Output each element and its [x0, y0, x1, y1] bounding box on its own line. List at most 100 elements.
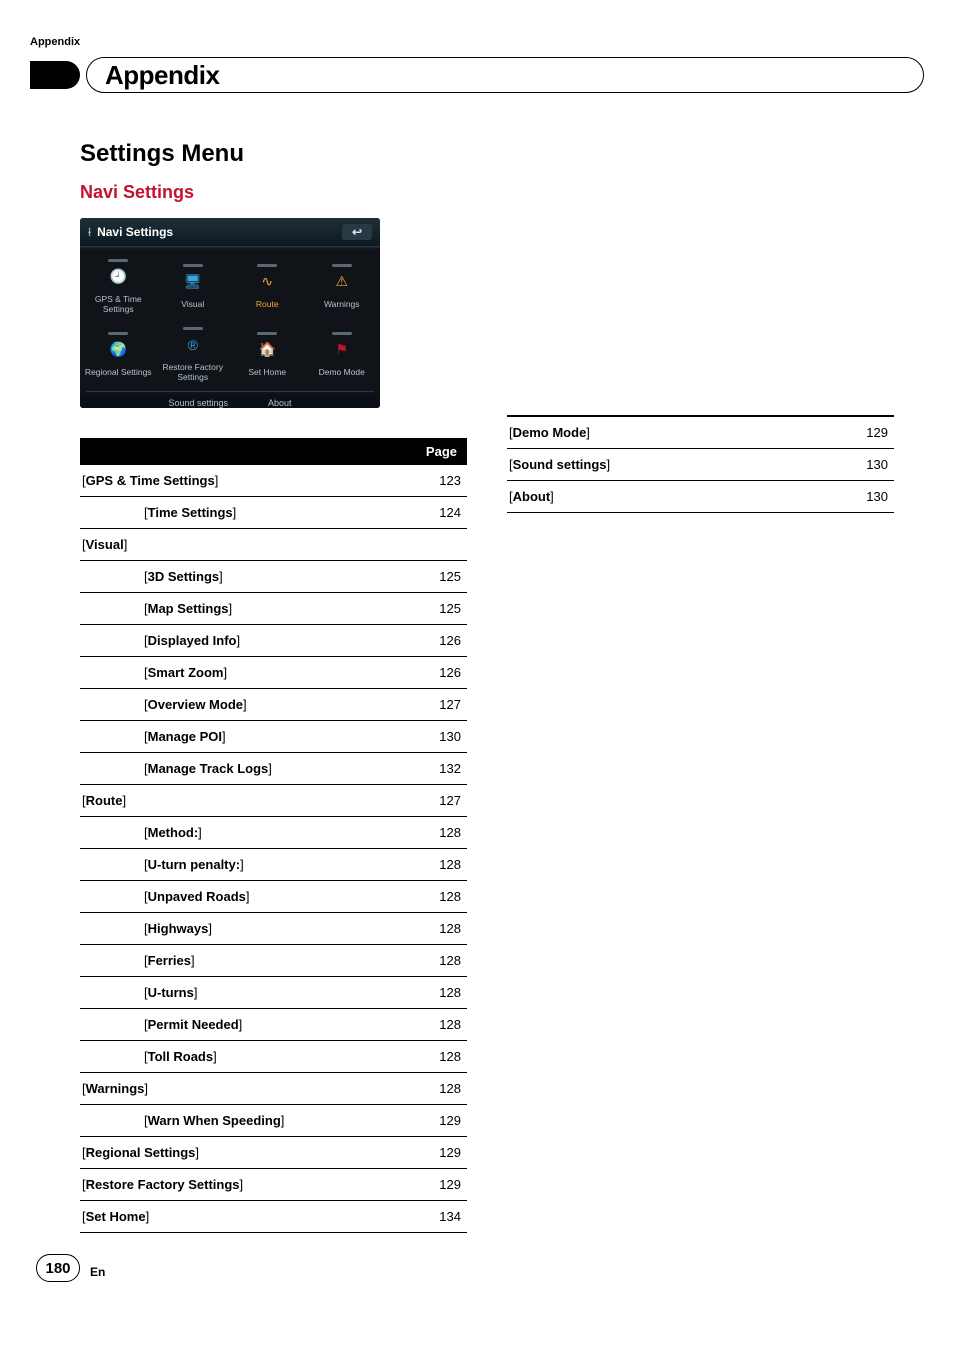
table-row: [Warnings]128 — [80, 1073, 467, 1105]
navi-cell-label: GPS & Time Settings — [82, 294, 155, 314]
toc-label: Highways — [148, 921, 209, 936]
page-title: Appendix — [105, 60, 219, 91]
toc-label-cell: [U-turn penalty:] — [80, 849, 407, 881]
toc-label-cell: [Restore Factory Settings] — [80, 1169, 407, 1201]
table-row: [Time Settings]124 — [80, 497, 467, 529]
navi-window-title: Navi Settings — [97, 225, 173, 239]
table-row: [Regional Settings]129 — [80, 1137, 467, 1169]
toc-label-cell: [Permit Needed] — [80, 1009, 407, 1041]
navi-cell-label: Visual — [181, 299, 204, 309]
language-label: En — [90, 1265, 105, 1279]
toc-label: Manage POI — [148, 729, 222, 744]
table-row: [Highways]128 — [80, 913, 467, 945]
toc-label-cell: [Manage POI] — [80, 721, 407, 753]
toc-label: U-turns — [148, 985, 194, 1000]
table-row: [Overview Mode]127 — [80, 689, 467, 721]
toc-label: Ferries — [148, 953, 191, 968]
table-row: [Method:]128 — [80, 817, 467, 849]
navi-cell-icon: ∿ — [253, 271, 281, 293]
toc-label-cell: [Time Settings] — [80, 497, 407, 529]
toc-page-cell: 128 — [407, 817, 467, 849]
toc-label-cell: [About] — [507, 481, 834, 513]
toc-label-cell: [Displayed Info] — [80, 625, 407, 657]
table-row: [Manage Track Logs]132 — [80, 753, 467, 785]
toc-label-cell: [Highways] — [80, 913, 407, 945]
table-row: [Ferries]128 — [80, 945, 467, 977]
toc-table-left: Page [GPS & Time Settings]123[Time Setti… — [80, 438, 467, 1233]
navi-cell: ®Restore Factory Settings — [157, 321, 230, 387]
toc-label-cell: [Method:] — [80, 817, 407, 849]
toc-label-cell: [Set Home] — [80, 1201, 407, 1233]
toc-label-cell: [GPS & Time Settings] — [80, 465, 407, 497]
table-row: [Permit Needed]128 — [80, 1009, 467, 1041]
navi-cell: ⚠Warnings — [306, 253, 379, 319]
title-bar: Appendix — [30, 55, 924, 95]
toc-page-cell: 123 — [407, 465, 467, 497]
navi-cell-icon: ⚠ — [328, 271, 356, 293]
table-row: [U-turns]128 — [80, 977, 467, 1009]
toc-label: Manage Track Logs — [148, 761, 269, 776]
toc-page-cell: 127 — [407, 785, 467, 817]
back-icon: ↩ — [342, 224, 372, 240]
toc-page-cell: 124 — [407, 497, 467, 529]
table-row: [Map Settings]125 — [80, 593, 467, 625]
navi-cell: ∿ Route — [231, 253, 304, 319]
toc-label: Toll Roads — [148, 1049, 213, 1064]
navi-cell: 🖥 Visual — [157, 253, 230, 319]
toc-page-cell: 128 — [407, 1073, 467, 1105]
toc-label: Regional Settings — [86, 1145, 196, 1160]
toc-label: Warn When Speeding — [148, 1113, 281, 1128]
navi-cell-label: Demo Mode — [319, 367, 365, 377]
toc-label: Route — [86, 793, 123, 808]
toc-label: Warnings — [86, 1081, 145, 1096]
toc-page-cell: 126 — [407, 657, 467, 689]
toc-label-cell: [Demo Mode] — [507, 417, 834, 449]
toc-label: Map Settings — [148, 601, 229, 616]
toc-label: Permit Needed — [148, 1017, 239, 1032]
toc-label-cell: [Sound settings] — [507, 449, 834, 481]
toc-page-cell — [407, 529, 467, 561]
navi-cell-icon: 🕘 — [104, 266, 132, 288]
toc-label-cell: [Unpaved Roads] — [80, 881, 407, 913]
table-row: [Warn When Speeding]129 — [80, 1105, 467, 1137]
title-pill: Appendix — [86, 57, 924, 93]
toc-page-cell: 128 — [407, 945, 467, 977]
toc-label-cell: [Map Settings] — [80, 593, 407, 625]
table-row: [Toll Roads]128 — [80, 1041, 467, 1073]
toc-label-cell: [Overview Mode] — [80, 689, 407, 721]
toc-page-cell: 128 — [407, 849, 467, 881]
section-header: Appendix — [30, 36, 80, 48]
table-row: [Manage POI]130 — [80, 721, 467, 753]
navi-cell: 🕘 GPS & Time Settings — [82, 253, 155, 319]
toc-label-cell: [Visual] — [80, 529, 407, 561]
toc-label: U-turn penalty: — [148, 857, 240, 872]
navi-cell-icon: 🖥 — [179, 271, 207, 293]
toc-page-cell: 134 — [407, 1201, 467, 1233]
toc-page-cell: 125 — [407, 593, 467, 625]
table-row: [About]130 — [507, 481, 894, 513]
navi-cell-label: Route — [256, 299, 279, 309]
table-row: [Unpaved Roads]128 — [80, 881, 467, 913]
title-bullet-decor — [30, 61, 80, 89]
toc-label: Method: — [148, 825, 199, 840]
toc-page-cell: 127 — [407, 689, 467, 721]
table-row: [Demo Mode]129 — [507, 417, 894, 449]
table-row: [Restore Factory Settings]129 — [80, 1169, 467, 1201]
navi-cell-icon: 🌍 — [104, 339, 132, 361]
navi-cell: 🏠Set Home — [231, 321, 304, 387]
toc-label: Unpaved Roads — [148, 889, 246, 904]
toc-page-cell: 128 — [407, 1009, 467, 1041]
toc-label: Visual — [86, 537, 124, 552]
toc-label: Time Settings — [148, 505, 233, 520]
navi-cell-label: Set Home — [248, 367, 286, 377]
navi-cell-icon: ® — [179, 334, 207, 356]
toc-page-cell: 130 — [834, 449, 894, 481]
toc-page-cell: 129 — [407, 1169, 467, 1201]
subsection-title: Navi Settings — [80, 182, 467, 203]
toc-page-cell: 130 — [407, 721, 467, 753]
toc-page-cell: 130 — [834, 481, 894, 513]
toc-page-cell: 128 — [407, 881, 467, 913]
toc-page-cell: 128 — [407, 977, 467, 1009]
navi-bottom-item: Sound settings — [168, 398, 228, 408]
navi-cell: ⚑Demo Mode — [306, 321, 379, 387]
